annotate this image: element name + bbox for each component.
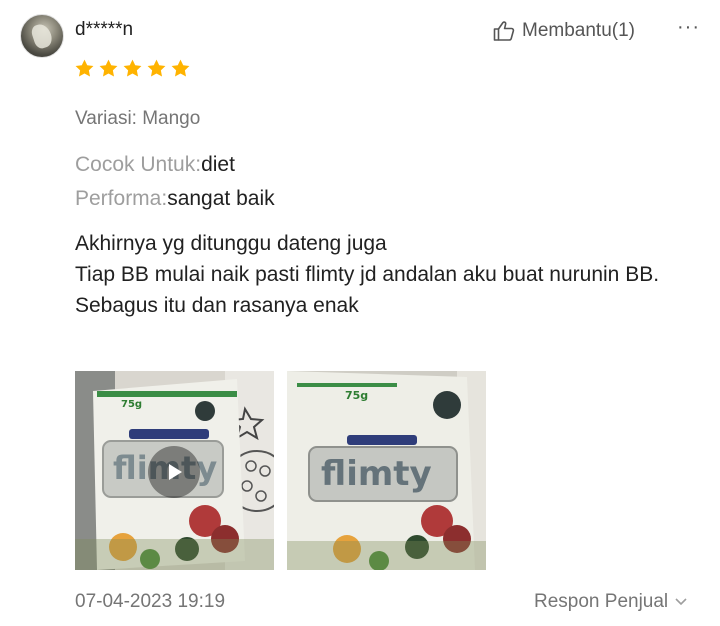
attribute-value: diet bbox=[201, 153, 235, 176]
chevron-down-icon bbox=[675, 598, 687, 606]
play-icon bbox=[169, 464, 182, 480]
attribute-value: sangat baik bbox=[167, 187, 275, 210]
attribute-key: Performa: bbox=[75, 187, 168, 210]
attribute-key: Cocok Untuk: bbox=[75, 153, 202, 176]
review-date: 07-04-2023 19:19 bbox=[75, 591, 226, 612]
variant-label: Variasi: Mango bbox=[75, 108, 201, 129]
star-icon bbox=[99, 59, 118, 77]
star-icon bbox=[75, 59, 94, 77]
seller-response-toggle[interactable]: Respon Penjual bbox=[534, 591, 688, 613]
star-icon bbox=[147, 59, 166, 77]
brand-text: flimty bbox=[321, 454, 432, 494]
attribute-suitable-for: Cocok Untuk:diet bbox=[75, 153, 235, 177]
weight-label: 75g bbox=[345, 389, 368, 402]
helpful-button[interactable]: Membantu(1) bbox=[492, 19, 635, 43]
more-options-button[interactable]: ··· bbox=[677, 16, 700, 39]
review-text: Akhirnya yg ditunggu dateng juga Tiap BB… bbox=[75, 228, 705, 321]
attribute-performance: Performa:sangat baik bbox=[75, 187, 275, 211]
reviewer-avatar[interactable] bbox=[20, 14, 64, 58]
review-photo[interactable]: 75g flimty bbox=[287, 371, 486, 570]
play-video-button[interactable] bbox=[148, 446, 200, 498]
weight-label: 75g bbox=[121, 399, 142, 410]
star-icon bbox=[123, 59, 142, 77]
review-line: Tiap BB mulai naik pasti flimty jd andal… bbox=[75, 263, 660, 286]
star-icon bbox=[171, 59, 190, 77]
rating-stars bbox=[74, 58, 191, 79]
review-line: Akhirnya yg ditunggu dateng juga bbox=[75, 232, 387, 255]
reviewer-name: d*****n bbox=[75, 19, 134, 40]
seller-response-label: Respon Penjual bbox=[534, 591, 669, 612]
helpful-count-label: Membantu(1) bbox=[522, 20, 635, 41]
review-line: Sebagus itu dan rasanya enak bbox=[75, 294, 359, 317]
thumbs-up-icon bbox=[493, 21, 515, 41]
